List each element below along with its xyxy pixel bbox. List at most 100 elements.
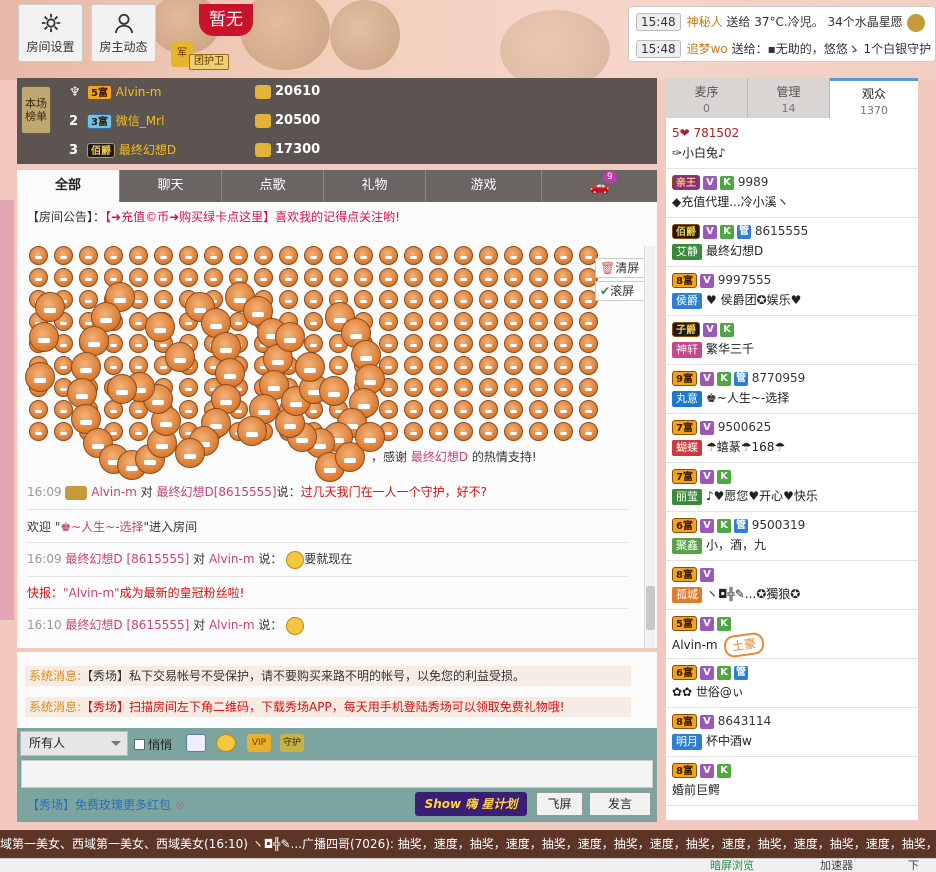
user-name[interactable]: ◆充值代理...冷小溪ヽ: [672, 195, 789, 209]
audience-row[interactable]: 5❤ 781502 ✑小白兔♪: [666, 120, 918, 169]
user-name[interactable]: ヽ◘╬✎...✪獨狼✪: [706, 587, 800, 601]
tab-admins[interactable]: 管理 14: [748, 78, 830, 118]
tab-all[interactable]: 全部: [17, 170, 119, 202]
user-name[interactable]: 婚前巨鳄: [672, 783, 720, 797]
cheer-emoticon: [215, 358, 245, 388]
msg-recipient[interactable]: 最终幻想D[8615555]: [157, 485, 277, 499]
message-input[interactable]: [21, 760, 653, 788]
user-name[interactable]: 最终幻想D: [706, 244, 763, 258]
cheer-emoticon: [529, 312, 548, 331]
tab-gifts[interactable]: 礼物: [323, 170, 425, 202]
audience-row[interactable]: 8富 V 孤城 ヽ◘╬✎...✪獨狼✪: [666, 561, 918, 610]
chat-scrollbar[interactable]: [644, 246, 655, 648]
cheer-emoticon: [529, 356, 548, 375]
recharge-link[interactable]: 【➜充值©币➜购买绿卡点这里】: [105, 210, 275, 224]
flash-user[interactable]: "Alvin-m": [63, 586, 120, 600]
user-name[interactable]: ♚~人生~-选择: [706, 391, 789, 405]
audience-row[interactable]: 佰爵 V K 管 8615555 艾静 最终幻想D: [666, 218, 918, 267]
tab-chat[interactable]: 聊天: [119, 170, 221, 202]
ranking-row[interactable]: ♆ 5富 Alvin-m 20610: [69, 78, 399, 106]
image-icon[interactable]: [186, 734, 206, 752]
msg-sender[interactable]: 最终幻想D [8615555]: [65, 552, 189, 566]
audience-row[interactable]: 8富 V 9997555 侯爵 ♥ 侯爵团✪娱乐♥: [666, 267, 918, 316]
cheer-emoticon: [429, 378, 448, 397]
cheer-emoticon: [504, 356, 523, 375]
privilege-icon: K: [716, 469, 731, 484]
audience-row[interactable]: 5富 V K Alvin-m 土豪: [666, 610, 918, 659]
vip-icon[interactable]: VIP: [247, 734, 271, 752]
cheer-emoticon: [204, 268, 223, 287]
msg-recipient[interactable]: Alvin-m: [209, 618, 255, 632]
user-name[interactable]: ☂蟢蒃☂168☂: [706, 440, 785, 454]
thanks-prefix: ，感谢: [371, 450, 411, 464]
send-button[interactable]: 发言: [589, 792, 651, 816]
audience-row[interactable]: 6富 V K 管 9500319 聚鑫 小，酒，九: [666, 512, 918, 561]
audience-row[interactable]: 7富 V 9500625 蝴蝶 ☂蟢蒃☂168☂: [666, 414, 918, 463]
cheer-emoticon: [504, 334, 523, 353]
promo-link[interactable]: 【秀场】免费玫瑰更多红包 ⊗: [27, 796, 185, 813]
system-messages: 系统消息:【秀场】私下交易帐号不受保护，请不要购买来路不明的帐号，以免您的利益受…: [17, 652, 657, 728]
ranking-row[interactable]: 3 佰爵 最终幻想D 17300: [69, 136, 399, 164]
gift-sender[interactable]: 追梦wo: [687, 42, 728, 56]
privilege-icon: V: [703, 322, 717, 337]
audience-row[interactable]: 8富 V K 婚前巨鳄: [666, 757, 918, 806]
cheer-emoticon: [454, 334, 473, 353]
user-name[interactable]: 小，酒，九: [706, 538, 766, 552]
tab-car[interactable]: 🚗: [541, 170, 657, 202]
privilege-icon: K: [716, 665, 731, 680]
audience-row[interactable]: 子爵 V K 神轩 繁华三千: [666, 316, 918, 365]
user-name[interactable]: ♪♥愿您♥开心♥快乐: [706, 489, 818, 503]
gear-icon: [41, 13, 60, 33]
tab-mic-queue[interactable]: 麦序 0: [666, 78, 748, 118]
cheer-emoticon: [554, 312, 573, 331]
user-name[interactable]: 繁华三千: [706, 342, 754, 356]
user-name[interactable]: ✿✿ 世俗@ぃ: [672, 685, 744, 699]
status-more[interactable]: 下: [908, 859, 919, 872]
cheer-emoticon: [154, 268, 173, 287]
cheer-emoticon: [579, 400, 598, 419]
guard-icon[interactable]: 守护: [280, 734, 304, 752]
audience-row[interactable]: 7富 V K 丽莹 ♪♥愿您♥开心♥快乐: [666, 463, 918, 512]
cheer-emoticon: [404, 268, 423, 287]
tab-audience[interactable]: 观众 1370: [830, 78, 918, 118]
tab-games[interactable]: 游戏: [425, 170, 541, 202]
dim-mode[interactable]: 暗屏浏览: [710, 859, 754, 872]
rank-score-wrap: 17300: [255, 136, 320, 164]
fly-screen-button[interactable]: 飞屏: [536, 792, 583, 816]
whisper-checkbox[interactable]: 悄悄: [134, 736, 172, 753]
audience-row[interactable]: 6富 V K 管 ✿✿ 世俗@ぃ: [666, 659, 918, 708]
user-id: 8643114: [713, 714, 772, 728]
welcome-user[interactable]: ♚~人生~-选择: [60, 520, 143, 534]
clear-screen-button[interactable]: 🗑清屏: [595, 258, 647, 278]
close-icon[interactable]: ⊗: [175, 798, 185, 812]
msg-sender[interactable]: 最终幻想D [8615555]: [65, 618, 189, 632]
audience-row[interactable]: 亲王 V K 9989 ◆充值代理...冷小溪ヽ: [666, 169, 918, 218]
host-feed-button[interactable]: 房主动态: [91, 4, 156, 62]
gift-text: ▪无助的，悠悠ゝ 1个白银守护: [767, 42, 932, 56]
tab-songs[interactable]: 点歌: [221, 170, 323, 202]
emoji-icon[interactable]: [216, 734, 236, 752]
cheer-emoticon: [354, 246, 373, 265]
user-name[interactable]: ✑小白兔♪: [672, 146, 726, 160]
checkbox-box[interactable]: [134, 739, 145, 750]
user-name[interactable]: ♥ 侯爵团✪娱乐♥: [706, 293, 801, 307]
scrollbar-thumb[interactable]: [646, 586, 655, 630]
accelerator[interactable]: 加速器: [820, 859, 853, 872]
tab-count: 0: [703, 102, 710, 115]
show-plan-logo[interactable]: Show 嗨 星计划: [415, 792, 527, 816]
msg-sender[interactable]: Alvin-m: [91, 485, 137, 499]
audience-row[interactable]: 8富 V 8643114 明月 杯中酒w: [666, 708, 918, 757]
thanks-user[interactable]: 最终幻想D: [411, 450, 468, 464]
cheer-emoticon: [429, 334, 448, 353]
cheer-emoticon: [275, 322, 305, 352]
user-name[interactable]: Alvin-m: [672, 638, 718, 652]
cheer-emoticon: [29, 422, 48, 441]
room-settings-button[interactable]: 房间设置: [18, 4, 83, 62]
user-name[interactable]: 杯中酒w: [706, 734, 752, 748]
ranking-row[interactable]: 2 3富 微信_Mrl 20500: [69, 107, 399, 135]
recipient-select[interactable]: 所有人: [20, 731, 128, 756]
msg-recipient[interactable]: Alvin-m: [209, 552, 255, 566]
audience-row[interactable]: 9富 V K 管 8770959 丸意 ♚~人生~-选择: [666, 365, 918, 414]
gift-sender[interactable]: 神秘人: [687, 15, 723, 29]
auto-scroll-button[interactable]: ✔滚屏: [595, 281, 647, 301]
